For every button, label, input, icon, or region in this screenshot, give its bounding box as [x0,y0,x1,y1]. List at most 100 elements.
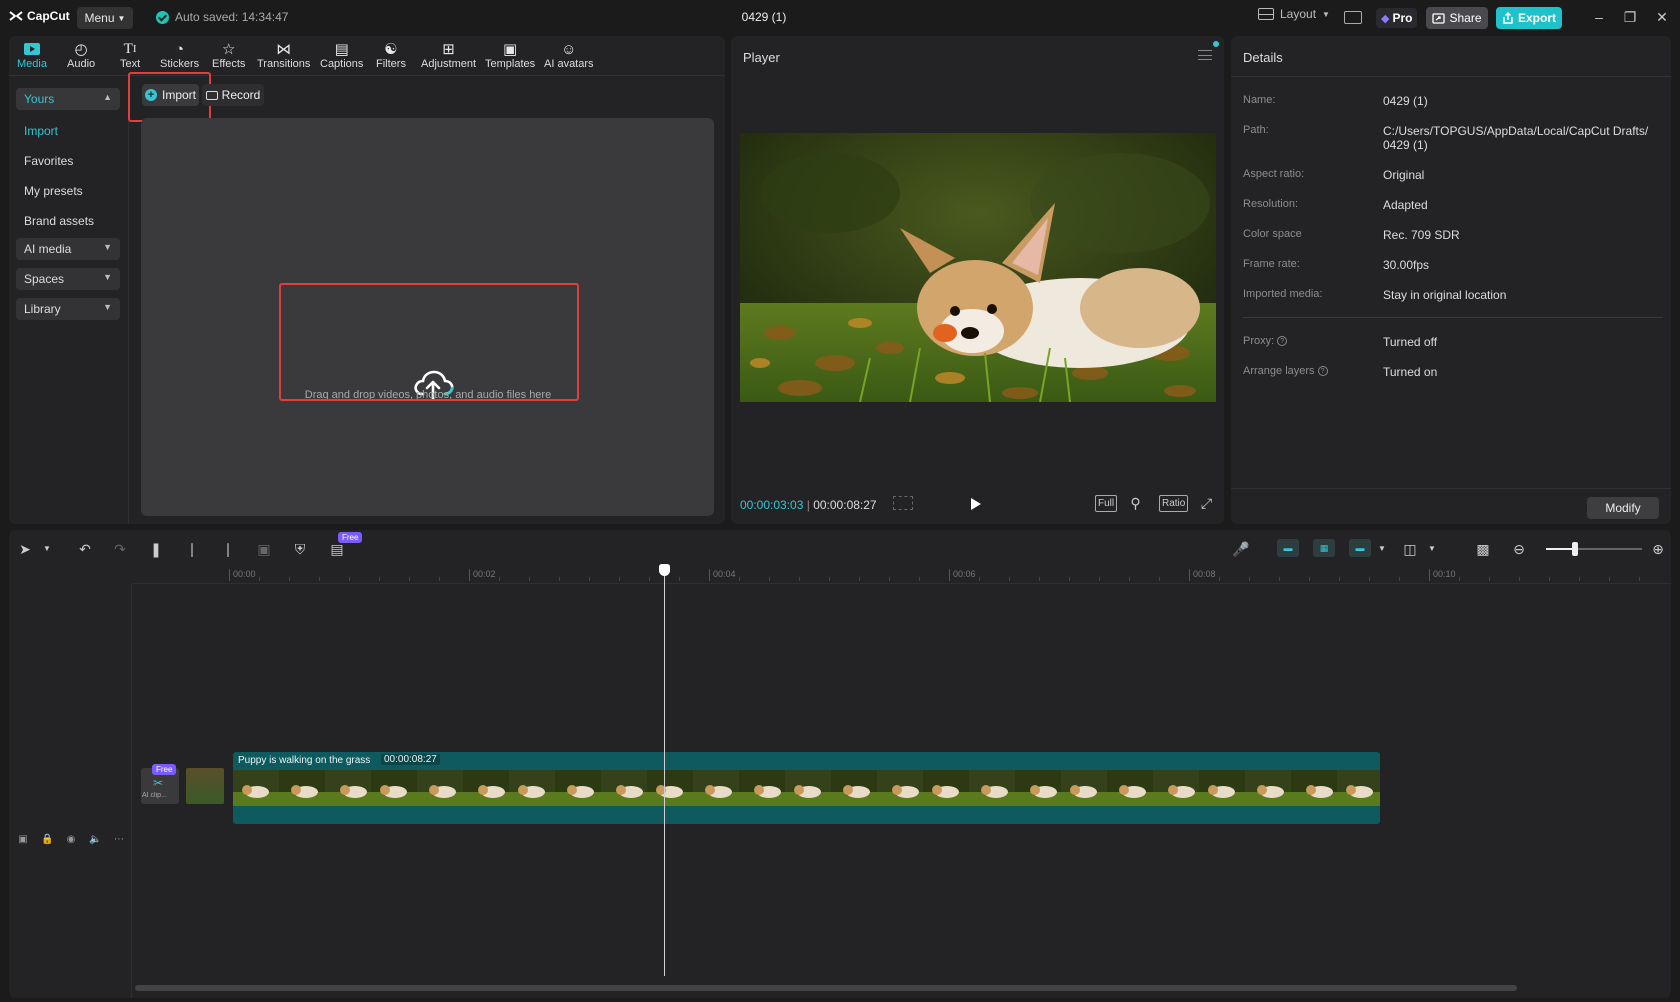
zoom-slider[interactable] [1546,548,1642,550]
filmstrip-frame [1153,770,1199,806]
eye-icon[interactable]: ◉ [65,834,77,846]
delete-icon[interactable]: ▣ [255,540,273,558]
chevron-down-icon[interactable]: ▼ [1423,540,1441,558]
zoom-slider-handle[interactable] [1572,542,1578,556]
tab-ai-avatars[interactable]: ☺ AI avatars [544,40,594,70]
sidebar-item-import[interactable]: Import [24,124,58,138]
tab-transitions[interactable]: ⋈ Transitions [257,40,310,70]
title-bar: CapCut Menu ▼ Auto saved: 14:34:47 0429 … [0,0,1680,34]
filmstrip-frame [877,770,923,806]
play-icon[interactable] [971,498,981,510]
redo-icon[interactable]: ↷ [111,540,129,558]
auto-snap-icon[interactable]: ▦ [1313,539,1335,557]
zoom-out-icon[interactable]: ⊖ [1510,540,1528,558]
select-tool-icon[interactable]: ➤ [16,540,34,558]
chevron-down-icon[interactable]: ▼ [38,540,56,558]
layout-icon [1258,8,1274,20]
sidebar-item-ai-media[interactable]: AI media ▼ [16,238,120,260]
full-button[interactable]: Full [1095,495,1117,512]
record-button[interactable]: Record [202,84,264,106]
filters-icon: ☯ [381,40,401,58]
tab-adjustment[interactable]: ⊞ Adjustment [421,40,476,70]
split-right-icon[interactable]: ∣ [219,540,237,558]
sidebar-item-brand-assets[interactable]: Brand assets [24,214,94,228]
preview-axis-icon[interactable]: ◫ [1401,540,1419,558]
ruler-minor-tick [589,577,590,581]
tab-templates[interactable]: ▣ Templates [485,40,535,70]
ratio-button[interactable]: Ratio [1159,495,1188,512]
highlight-box [279,283,579,401]
restore-icon[interactable]: ❐ [1621,8,1639,26]
undo-icon[interactable]: ↶ [76,540,94,558]
clip-filmstrip [233,770,1380,806]
player-title: Player [743,50,780,65]
detail-label-resolution: Resolution: [1243,198,1298,210]
zoom-fit-icon[interactable]: ⚲ [1127,495,1144,512]
tab-effects[interactable]: ☆ Effects [212,40,245,70]
tab-label: Templates [485,58,535,70]
transitions-icon: ⋈ [274,40,294,58]
ruler-minor-tick [1369,577,1370,581]
tab-media[interactable]: Media [17,40,47,70]
close-icon[interactable]: ✕ [1653,8,1671,26]
filmstrip-frame [555,770,601,806]
pro-button[interactable]: ◆ Pro [1376,8,1417,28]
video-preview[interactable] [740,133,1216,402]
horizontal-scrollbar[interactable] [135,985,1517,991]
video-clip[interactable]: Puppy is walking on the grass 00:00:08:2… [233,752,1380,824]
record-label: Record [222,88,261,102]
keyboard-shortcuts-icon[interactable] [1344,11,1362,24]
fullscreen-icon[interactable]: ⤢ [1198,495,1215,512]
ruler-minor-tick [769,577,770,581]
timecode: 00:00:03:03 | 00:00:08:27 [740,498,877,512]
cover-icon[interactable]: ▣ [17,834,29,846]
sidebar-item-yours[interactable]: Yours ▲ [16,88,120,110]
tab-stickers[interactable]: ◔ Stickers [160,40,199,70]
help-icon[interactable]: ? [1277,336,1287,346]
split-icon[interactable]: ❚ [147,540,165,558]
tab-text[interactable]: TI Text [120,40,140,70]
tab-label: Audio [67,58,95,70]
sidebar-item-favorites[interactable]: Favorites [24,154,73,168]
grid-icon[interactable] [893,496,913,510]
menu-icon[interactable] [1198,50,1212,60]
export-button[interactable]: Export [1496,7,1562,29]
zoom-in-icon[interactable]: ⊕ [1649,540,1667,558]
microphone-icon[interactable]: 🎤 [1232,540,1250,558]
audio-mute-icon[interactable]: 🔈 [89,834,101,846]
split-left-icon[interactable]: ∣ [183,540,201,558]
tab-audio[interactable]: ◴ Audio [67,40,95,70]
details-panel: Details Name: 0429 (1) Path: C:/Users/TO… [1231,36,1671,524]
tab-filters[interactable]: ☯ Filters [376,40,406,70]
shield-icon[interactable]: ⛨ [291,540,309,558]
linkage-icon[interactable]: ▬ [1349,539,1371,557]
filmstrip-frame [831,770,877,806]
help-icon[interactable]: ? [1318,366,1328,376]
audio-icon: ◴ [71,40,91,58]
time-ruler[interactable]: 00:0000:0200:0400:0600:0800:10 [133,566,1671,584]
lock-icon[interactable]: 🔒 [41,834,53,846]
screen-icon[interactable]: ▩ [1474,540,1492,558]
playhead[interactable] [664,566,665,976]
filmstrip-frame [1337,770,1380,806]
minimize-icon[interactable]: – [1590,8,1608,26]
ruler-minor-tick [649,577,650,581]
sidebar-item-my-presets[interactable]: My presets [24,184,83,198]
chevron-down-icon: ▼ [103,242,112,252]
more-icon[interactable]: ⋯ [113,834,125,846]
media-icon [22,40,42,58]
adjustment-icon: ⊞ [439,40,459,58]
ruler-minor-tick [889,577,890,581]
modify-button[interactable]: Modify [1587,497,1659,519]
cover-thumbnail[interactable] [186,768,224,804]
playhead-handle[interactable] [659,564,670,576]
layout-button[interactable]: Layout ▼ [1258,7,1330,21]
sidebar-item-library[interactable]: Library ▼ [16,298,120,320]
share-button[interactable]: Share [1426,7,1488,29]
detail-value-path: C:/Users/TOPGUS/AppData/Local/CapCut Dra… [1383,124,1663,152]
main-track-magnet-icon[interactable]: ▬ [1277,539,1299,557]
chevron-down-icon[interactable]: ▼ [1373,540,1391,558]
tab-label: Stickers [160,58,199,70]
sidebar-item-spaces[interactable]: Spaces ▼ [16,268,120,290]
tab-captions[interactable]: ▤ Captions [320,40,363,70]
